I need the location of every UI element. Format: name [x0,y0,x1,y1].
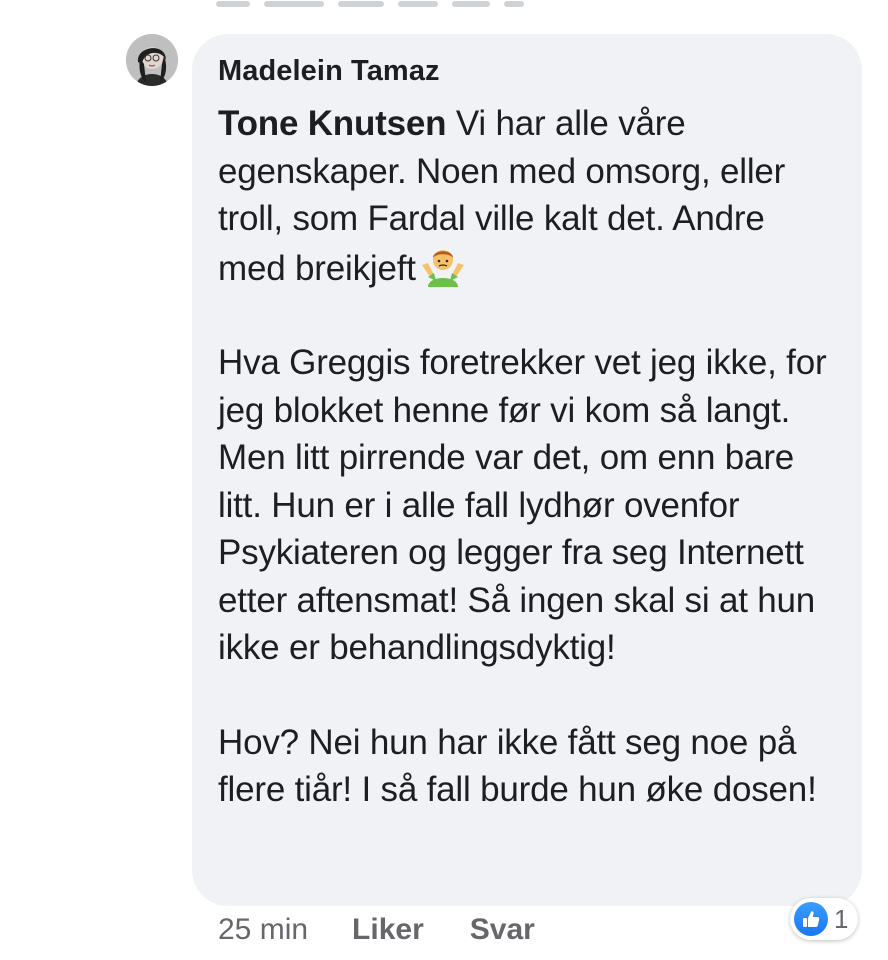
mention-link[interactable]: Tone Knutsen [218,104,447,143]
thumbs-up-icon [794,902,828,936]
like-button[interactable]: Liker [352,913,424,946]
person-shrugging-emoji-icon [420,243,466,289]
comment-paragraph-1: Tone Knutsen Vi har alle våre egenskaper… [218,100,836,292]
reply-button[interactable]: Svar [470,913,535,946]
comment-body: Tone Knutsen Vi har alle våre egenskaper… [218,100,836,814]
comment-actions: 25 min Liker Svar [218,912,535,948]
avatar-photo [126,34,178,86]
comment-timestamp[interactable]: 25 min [218,913,308,946]
comment-paragraph-2: Hva Greggis foretrekker vet jeg ikke, fo… [218,343,827,667]
comment-bubble: Madelein Tamaz Tone Knutsen Vi har alle … [192,34,862,906]
comment-author[interactable]: Madelein Tamaz [218,54,836,88]
comment-paragraph-3: Hov? Nei hun har ikke fått seg noe på fl… [218,722,817,810]
reaction-count: 1 [834,904,849,934]
reaction-summary[interactable]: 1 [790,898,859,940]
previous-comment-fragment [216,0,546,7]
avatar[interactable] [126,34,178,86]
